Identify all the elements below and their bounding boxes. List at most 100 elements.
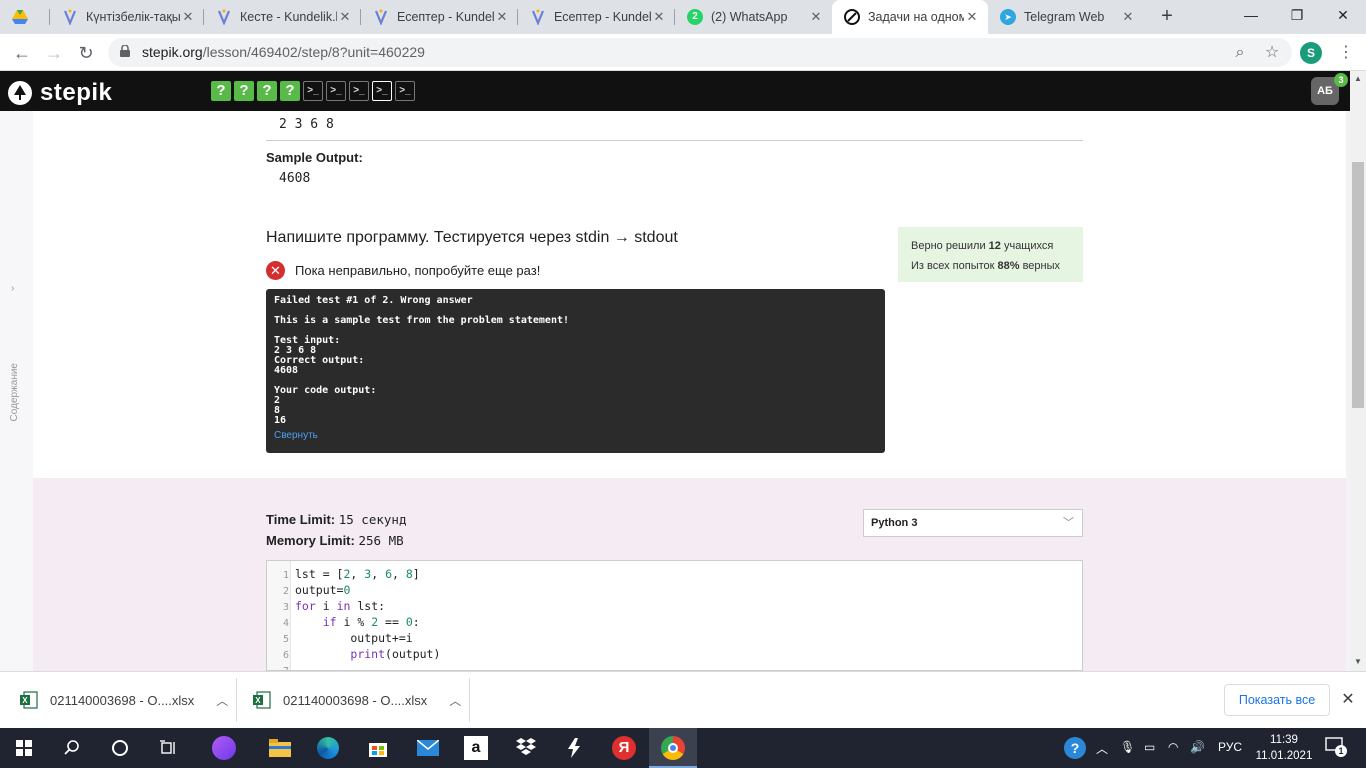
tab-title: Задачи на одном <box>868 10 964 24</box>
stats-solved: Верно решили 12 учащихся <box>911 240 1054 252</box>
language-select[interactable]: Python 3 ﹀ <box>863 509 1083 537</box>
task-view-icon[interactable] <box>154 734 182 762</box>
alice-assistant-icon[interactable] <box>210 734 238 762</box>
volume-icon[interactable]: 🔊 <box>1190 740 1205 754</box>
step-1[interactable]: ? <box>211 81 231 101</box>
language-indicator[interactable]: РУС <box>1218 740 1242 754</box>
tray-chevron-up-icon[interactable]: ︿ <box>1096 740 1108 757</box>
close-window-button[interactable]: ✕ <box>1320 0 1366 30</box>
download-filename: 021140003698 - O....xlsx <box>283 692 428 708</box>
windows-start-icon[interactable] <box>10 734 38 762</box>
scrollbar-thumb[interactable] <box>1352 162 1364 408</box>
battery-icon[interactable]: ▭ <box>1144 740 1155 754</box>
test-input-label: Test input: <box>274 335 341 346</box>
google-drive-icon <box>12 9 28 25</box>
close-tab-icon[interactable]: ✕ <box>1120 9 1136 25</box>
download-filename: 021140003698 - O....xlsx <box>50 692 195 708</box>
close-tab-icon[interactable]: ✕ <box>494 9 510 25</box>
tab-google-drive[interactable] <box>0 0 50 34</box>
url-text: stepik.org/lesson/469402/step/8?unit=460… <box>142 44 425 60</box>
profile-avatar[interactable]: S <box>1300 42 1322 64</box>
your-output-line: 8 <box>274 405 281 416</box>
close-tab-icon[interactable]: ✕ <box>808 9 824 25</box>
scroll-up-arrow-icon[interactable]: ▲ <box>1350 72 1366 86</box>
memory-limit: Memory Limit: 256 MB <box>266 533 404 548</box>
help-icon[interactable]: ? <box>1064 737 1086 759</box>
browser-menu-icon[interactable]: ⋮ <box>1338 42 1354 64</box>
zoom-search-icon[interactable]: ⌕ <box>1230 43 1250 63</box>
tab-whatsapp[interactable]: 2 (2) WhatsApp ✕ <box>675 0 832 34</box>
collapse-link[interactable]: Свернуть <box>274 431 877 441</box>
tab-title: Есептер - Kundelik <box>397 10 494 24</box>
step-8-current[interactable]: >_ <box>372 81 392 101</box>
contents-sidebar-toggle[interactable]: › Содержание <box>0 111 33 671</box>
sample-output-label: Sample Output: <box>266 150 363 165</box>
step-7[interactable]: >_ <box>349 81 369 101</box>
close-tab-icon[interactable]: ✕ <box>964 9 980 25</box>
tab-keste[interactable]: Кесте - Kundelik.k ✕ <box>204 0 361 34</box>
tab-telegram[interactable]: ➤ Telegram Web ✕ <box>988 0 1144 34</box>
code-editor[interactable]: 1 lst = [2, 3, 6, 8] 2 output=0 3 for i in … <box>266 560 1083 671</box>
limits-block: Time Limit: 15 секунд Memory Limit: 256 … <box>266 509 406 551</box>
cortana-icon[interactable] <box>106 734 134 762</box>
code-line: 5 output+=i <box>282 631 413 645</box>
mail-icon[interactable] <box>414 734 442 762</box>
step-2[interactable]: ? <box>234 81 254 101</box>
dropbox-icon[interactable] <box>512 734 540 762</box>
amazon-icon[interactable]: a <box>462 734 490 762</box>
scroll-down-arrow-icon[interactable]: ▼ <box>1350 655 1366 669</box>
chrome-icon[interactable] <box>659 734 687 762</box>
file-explorer-icon[interactable] <box>266 734 294 762</box>
stepik-tree-icon <box>8 81 32 105</box>
time-limit: Time Limit: 15 секунд <box>266 512 407 527</box>
lock-icon <box>120 45 130 57</box>
lesson-steps-nav: ? ? ? ? >_ >_ >_ >_ >_ <box>211 81 418 101</box>
clock[interactable]: 11:39 11.01.2021 <box>1252 732 1316 764</box>
step-3[interactable]: ? <box>257 81 277 101</box>
download-item[interactable]: X 021140003698 - O....xlsx ︿ <box>253 672 461 728</box>
stepik-logo[interactable]: stepik <box>8 79 112 107</box>
sample-output-value: 4608 <box>279 171 311 186</box>
store-icon[interactable] <box>364 734 392 762</box>
step-6[interactable]: >_ <box>326 81 346 101</box>
reload-icon[interactable]: ↻ <box>74 41 98 65</box>
tab-title: Күнтізбелік-тақыр <box>86 10 180 24</box>
language-value: Python 3 <box>871 517 918 529</box>
downloads-bar: X 021140003698 - O....xlsx ︿ X 021140003… <box>0 671 1366 728</box>
bookmark-star-icon[interactable]: ☆ <box>1262 43 1282 63</box>
your-output-line: 16 <box>274 415 287 426</box>
new-tab-button[interactable]: + <box>1156 6 1178 28</box>
chevron-up-icon[interactable]: ︿ <box>216 692 228 709</box>
divider <box>469 678 470 722</box>
step-5[interactable]: >_ <box>303 81 323 101</box>
tab-esepter-1[interactable]: Есептер - Kundelik ✕ <box>361 0 518 34</box>
minimize-button[interactable]: — <box>1228 0 1274 30</box>
close-tab-icon[interactable]: ✕ <box>180 9 196 25</box>
step-4[interactable]: ? <box>280 81 300 101</box>
tab-kuntizbelik[interactable]: Күнтізбелік-тақыр ✕ <box>50 0 204 34</box>
microphone-icon[interactable]: 🎙 <box>1120 740 1135 754</box>
tab-stepik-active[interactable]: Задачи на одном ✕ <box>832 0 988 34</box>
close-downloads-icon[interactable]: ✕ <box>1338 688 1358 712</box>
back-arrow-icon[interactable]: ← <box>10 41 34 65</box>
edge-icon[interactable] <box>314 734 342 762</box>
search-icon[interactable] <box>58 734 86 762</box>
download-item[interactable]: X 021140003698 - O....xlsx ︿ <box>20 672 228 728</box>
chevron-up-icon[interactable]: ︿ <box>449 692 461 709</box>
forward-arrow-icon[interactable]: → <box>42 41 66 65</box>
step-9[interactable]: >_ <box>395 81 415 101</box>
kundelik-icon <box>530 9 546 25</box>
sample-input-value: 2 3 6 8 <box>279 117 334 132</box>
show-all-downloads-button[interactable]: Показать все <box>1224 684 1330 716</box>
yandex-browser-icon[interactable]: Я <box>610 734 638 762</box>
maximize-button[interactable]: ❐ <box>1274 0 1320 30</box>
svg-text:X: X <box>255 696 261 705</box>
notifications-icon[interactable]: 1 <box>1325 736 1347 757</box>
tab-esepter-2[interactable]: Есептер - Kundelik ✕ <box>518 0 675 34</box>
close-tab-icon[interactable]: ✕ <box>337 9 353 25</box>
close-tab-icon[interactable]: ✕ <box>651 9 667 25</box>
address-bar[interactable]: stepik.org/lesson/469402/step/8?unit=460… <box>108 38 1292 67</box>
wifi-icon[interactable]: ◠ <box>1168 740 1178 754</box>
test-feedback-console: Failed test #1 of 2. Wrong answer This i… <box>266 289 885 453</box>
app-lightning-icon[interactable] <box>560 734 588 762</box>
